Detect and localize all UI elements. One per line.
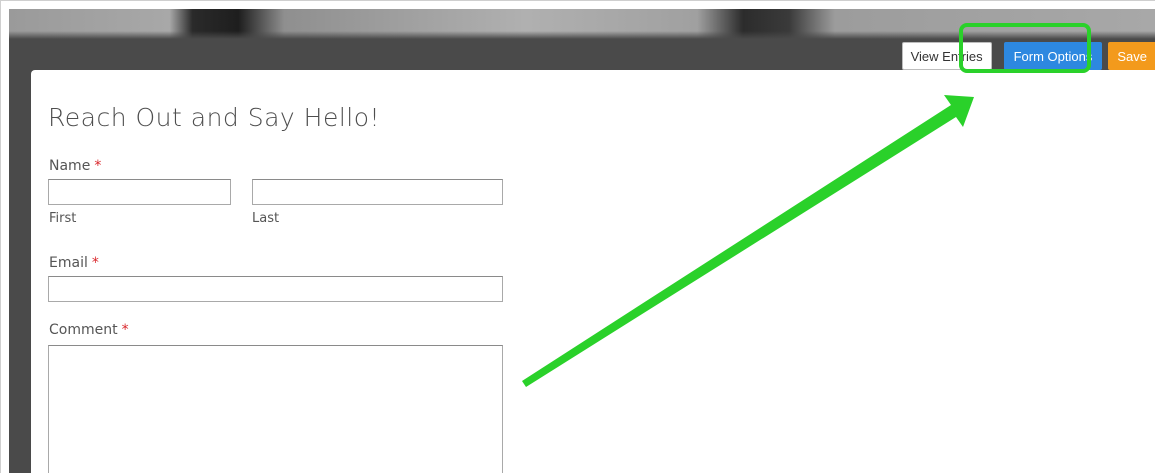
first-name-sublabel: First bbox=[49, 211, 77, 226]
required-marker: * bbox=[91, 255, 99, 271]
save-button[interactable]: Save bbox=[1108, 42, 1155, 70]
required-marker: * bbox=[94, 158, 102, 174]
email-label-text: Email bbox=[49, 255, 88, 271]
last-name-input[interactable] bbox=[252, 179, 503, 205]
form-toolbar: View Entries Form Options Save bbox=[901, 42, 1155, 70]
header-photo-shade bbox=[9, 31, 1155, 39]
name-label: Name * bbox=[49, 158, 101, 174]
email-label: Email * bbox=[49, 255, 99, 271]
email-input[interactable] bbox=[48, 276, 503, 302]
form-panel: Reach Out and Say Hello! Name * First Las… bbox=[31, 70, 1155, 473]
name-label-text: Name bbox=[49, 158, 91, 174]
first-name-input[interactable] bbox=[48, 179, 231, 205]
form-title: Reach Out and Say Hello! bbox=[48, 103, 381, 132]
comment-label-text: Comment bbox=[49, 322, 118, 338]
screenshot-frame: View Entries Form Options Save Reach Out… bbox=[0, 0, 1155, 473]
form-options-button[interactable]: Form Options bbox=[1003, 42, 1103, 70]
last-name-sublabel: Last bbox=[252, 211, 280, 226]
view-entries-button[interactable]: View Entries bbox=[901, 42, 992, 70]
comment-textarea[interactable] bbox=[48, 345, 503, 473]
required-marker: * bbox=[121, 322, 129, 338]
comment-label: Comment * bbox=[49, 322, 129, 338]
